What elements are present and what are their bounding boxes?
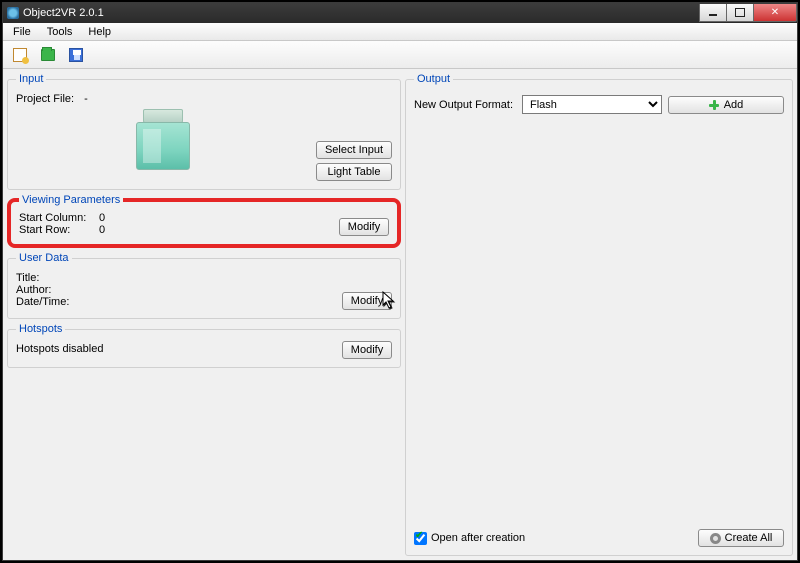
viewing-parameters-group: Viewing Parameters Start Column: 0 Start… <box>7 194 401 248</box>
new-file-icon <box>13 48 27 62</box>
menu-file[interactable]: File <box>5 25 39 39</box>
start-column-value: 0 <box>99 212 159 224</box>
toolbar <box>3 41 797 69</box>
app-icon <box>7 7 19 19</box>
open-after-creation-checkbox[interactable]: Open after creation <box>414 532 525 545</box>
userdata-modify-button[interactable]: Modify <box>342 292 392 310</box>
open-project-button[interactable] <box>37 44 59 66</box>
menu-bar: File Tools Help <box>3 23 797 41</box>
gear-icon <box>710 533 721 544</box>
create-all-button[interactable]: Create All <box>698 529 784 547</box>
input-legend: Input <box>16 73 46 85</box>
select-input-button[interactable]: Select Input <box>316 141 392 159</box>
userdata-datetime-label: Date/Time: <box>16 296 69 308</box>
output-group: Output New Output Format: Flash Add <box>405 73 793 556</box>
hotspots-group: Hotspots Hotspots disabled Modify <box>7 323 401 368</box>
project-file-value: - <box>84 93 88 105</box>
menu-tools[interactable]: Tools <box>39 25 81 39</box>
new-project-button[interactable] <box>9 44 31 66</box>
open-after-creation-input[interactable] <box>414 532 427 545</box>
userdata-author-label: Author: <box>16 284 51 296</box>
hotspots-legend: Hotspots <box>16 323 65 335</box>
userdata-title-label: Title: <box>16 272 39 284</box>
input-preview-image <box>133 109 193 179</box>
start-row-label: Start Row: <box>19 224 99 236</box>
viewing-legend: Viewing Parameters <box>19 194 123 206</box>
output-format-select[interactable]: Flash <box>522 95 662 114</box>
maximize-button[interactable] <box>726 4 754 22</box>
start-column-label: Start Column: <box>19 212 99 224</box>
viewing-modify-button[interactable]: Modify <box>339 218 389 236</box>
save-disk-icon <box>69 48 83 62</box>
minimize-button[interactable] <box>699 4 727 22</box>
new-output-format-label: New Output Format: <box>414 99 516 111</box>
window-title: Object2VR 2.0.1 <box>23 7 700 19</box>
project-file-label: Project File: <box>16 93 74 105</box>
start-row-value: 0 <box>99 224 159 236</box>
light-table-button[interactable]: Light Table <box>316 163 392 181</box>
add-output-button[interactable]: Add <box>668 96 784 114</box>
close-button[interactable] <box>753 4 797 22</box>
save-project-button[interactable] <box>65 44 87 66</box>
menu-help[interactable]: Help <box>80 25 119 39</box>
user-data-group: User Data Title: Author: Date/Time: Modi… <box>7 252 401 319</box>
userdata-legend: User Data <box>16 252 72 264</box>
title-bar: Object2VR 2.0.1 <box>3 3 797 23</box>
input-group: Input Project File: - <box>7 73 401 190</box>
hotspots-modify-button[interactable]: Modify <box>342 341 392 359</box>
output-legend: Output <box>414 73 453 85</box>
open-after-creation-label: Open after creation <box>431 532 525 544</box>
plus-icon <box>709 100 719 110</box>
hotspots-disabled-text: Hotspots disabled <box>16 343 103 355</box>
open-folder-icon <box>41 49 55 61</box>
